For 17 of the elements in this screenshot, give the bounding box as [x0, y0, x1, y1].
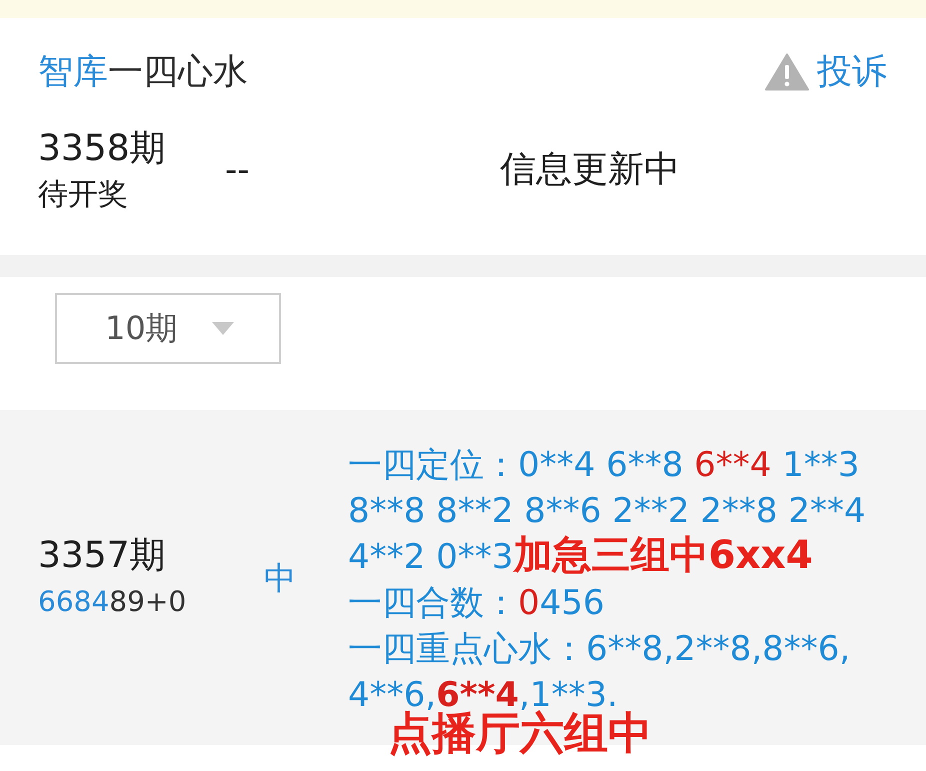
update-message: 信息更新中 — [500, 148, 680, 192]
brand-text: 智库 — [38, 51, 108, 94]
warning-icon — [765, 53, 809, 91]
outcome-text: 中 — [264, 558, 296, 598]
result-text: -- — [225, 149, 250, 192]
issue-text: 3358期 — [38, 127, 167, 171]
page-title: 一四心水 — [108, 51, 248, 94]
draw-numbers: 668489+0 — [38, 584, 188, 620]
annotation-text: 加急三组中6xx4 — [513, 533, 813, 578]
prediction-text: 一四定位：0**4 6**8 6**4 1**3 8**8 8**2 8**6 2**2 2**8 2**4 — [348, 444, 867, 533]
report-link[interactable]: 投诉 — [765, 50, 887, 94]
status-text: 待开奖 — [38, 176, 129, 214]
prediction-text: 4**2 0**3 — [348, 537, 514, 577]
period-dropdown[interactable]: 10期 — [55, 293, 281, 364]
issue-text: 3357期 — [38, 534, 167, 578]
prediction-text: 一四合数：0456 — [348, 582, 606, 625]
caret-icon — [212, 322, 234, 335]
